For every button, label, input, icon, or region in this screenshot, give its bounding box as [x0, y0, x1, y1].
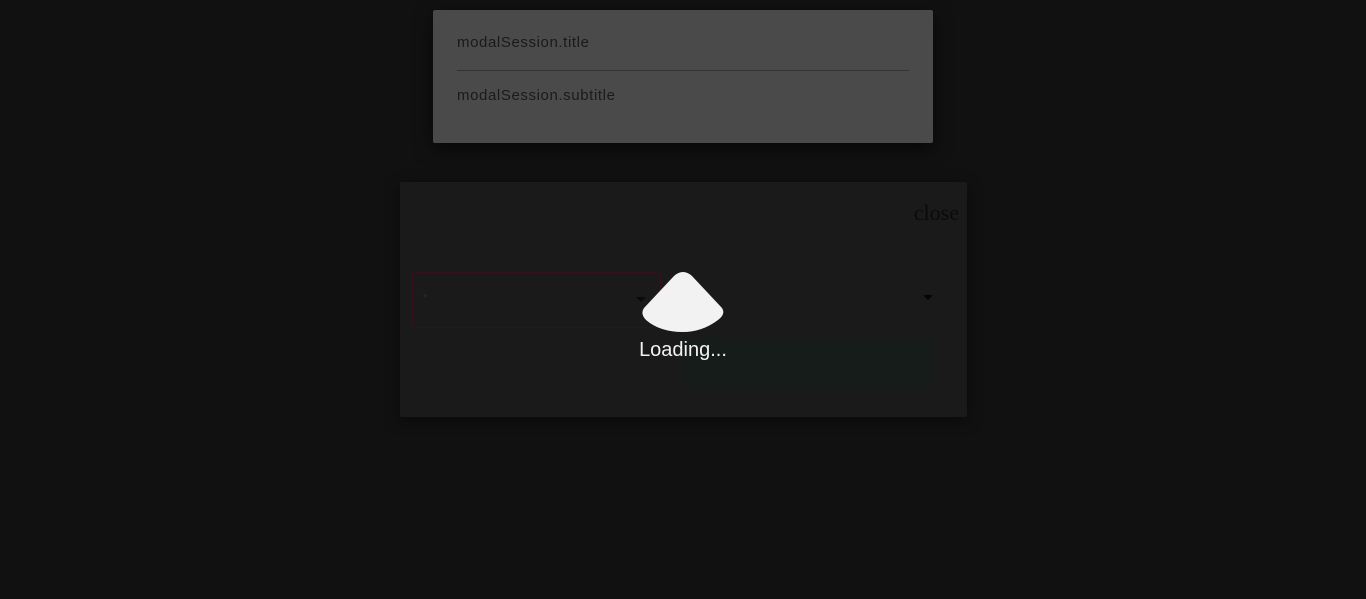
divider: [457, 70, 909, 71]
close-button[interactable]: close: [914, 200, 959, 226]
required-mark: *: [423, 291, 428, 305]
loading-overlay: Loading...: [622, 262, 744, 372]
session-subtitle: modalSession.subtitle: [457, 87, 616, 104]
page: modalSession.title modalSession.subtitle…: [0, 0, 1366, 599]
loading-text: Loading...: [639, 339, 727, 361]
session-card: modalSession.title modalSession.subtitle: [433, 10, 933, 143]
spinner-icon: [642, 272, 724, 332]
session-title: modalSession.title: [457, 34, 590, 51]
chevron-down-icon: [923, 295, 933, 300]
